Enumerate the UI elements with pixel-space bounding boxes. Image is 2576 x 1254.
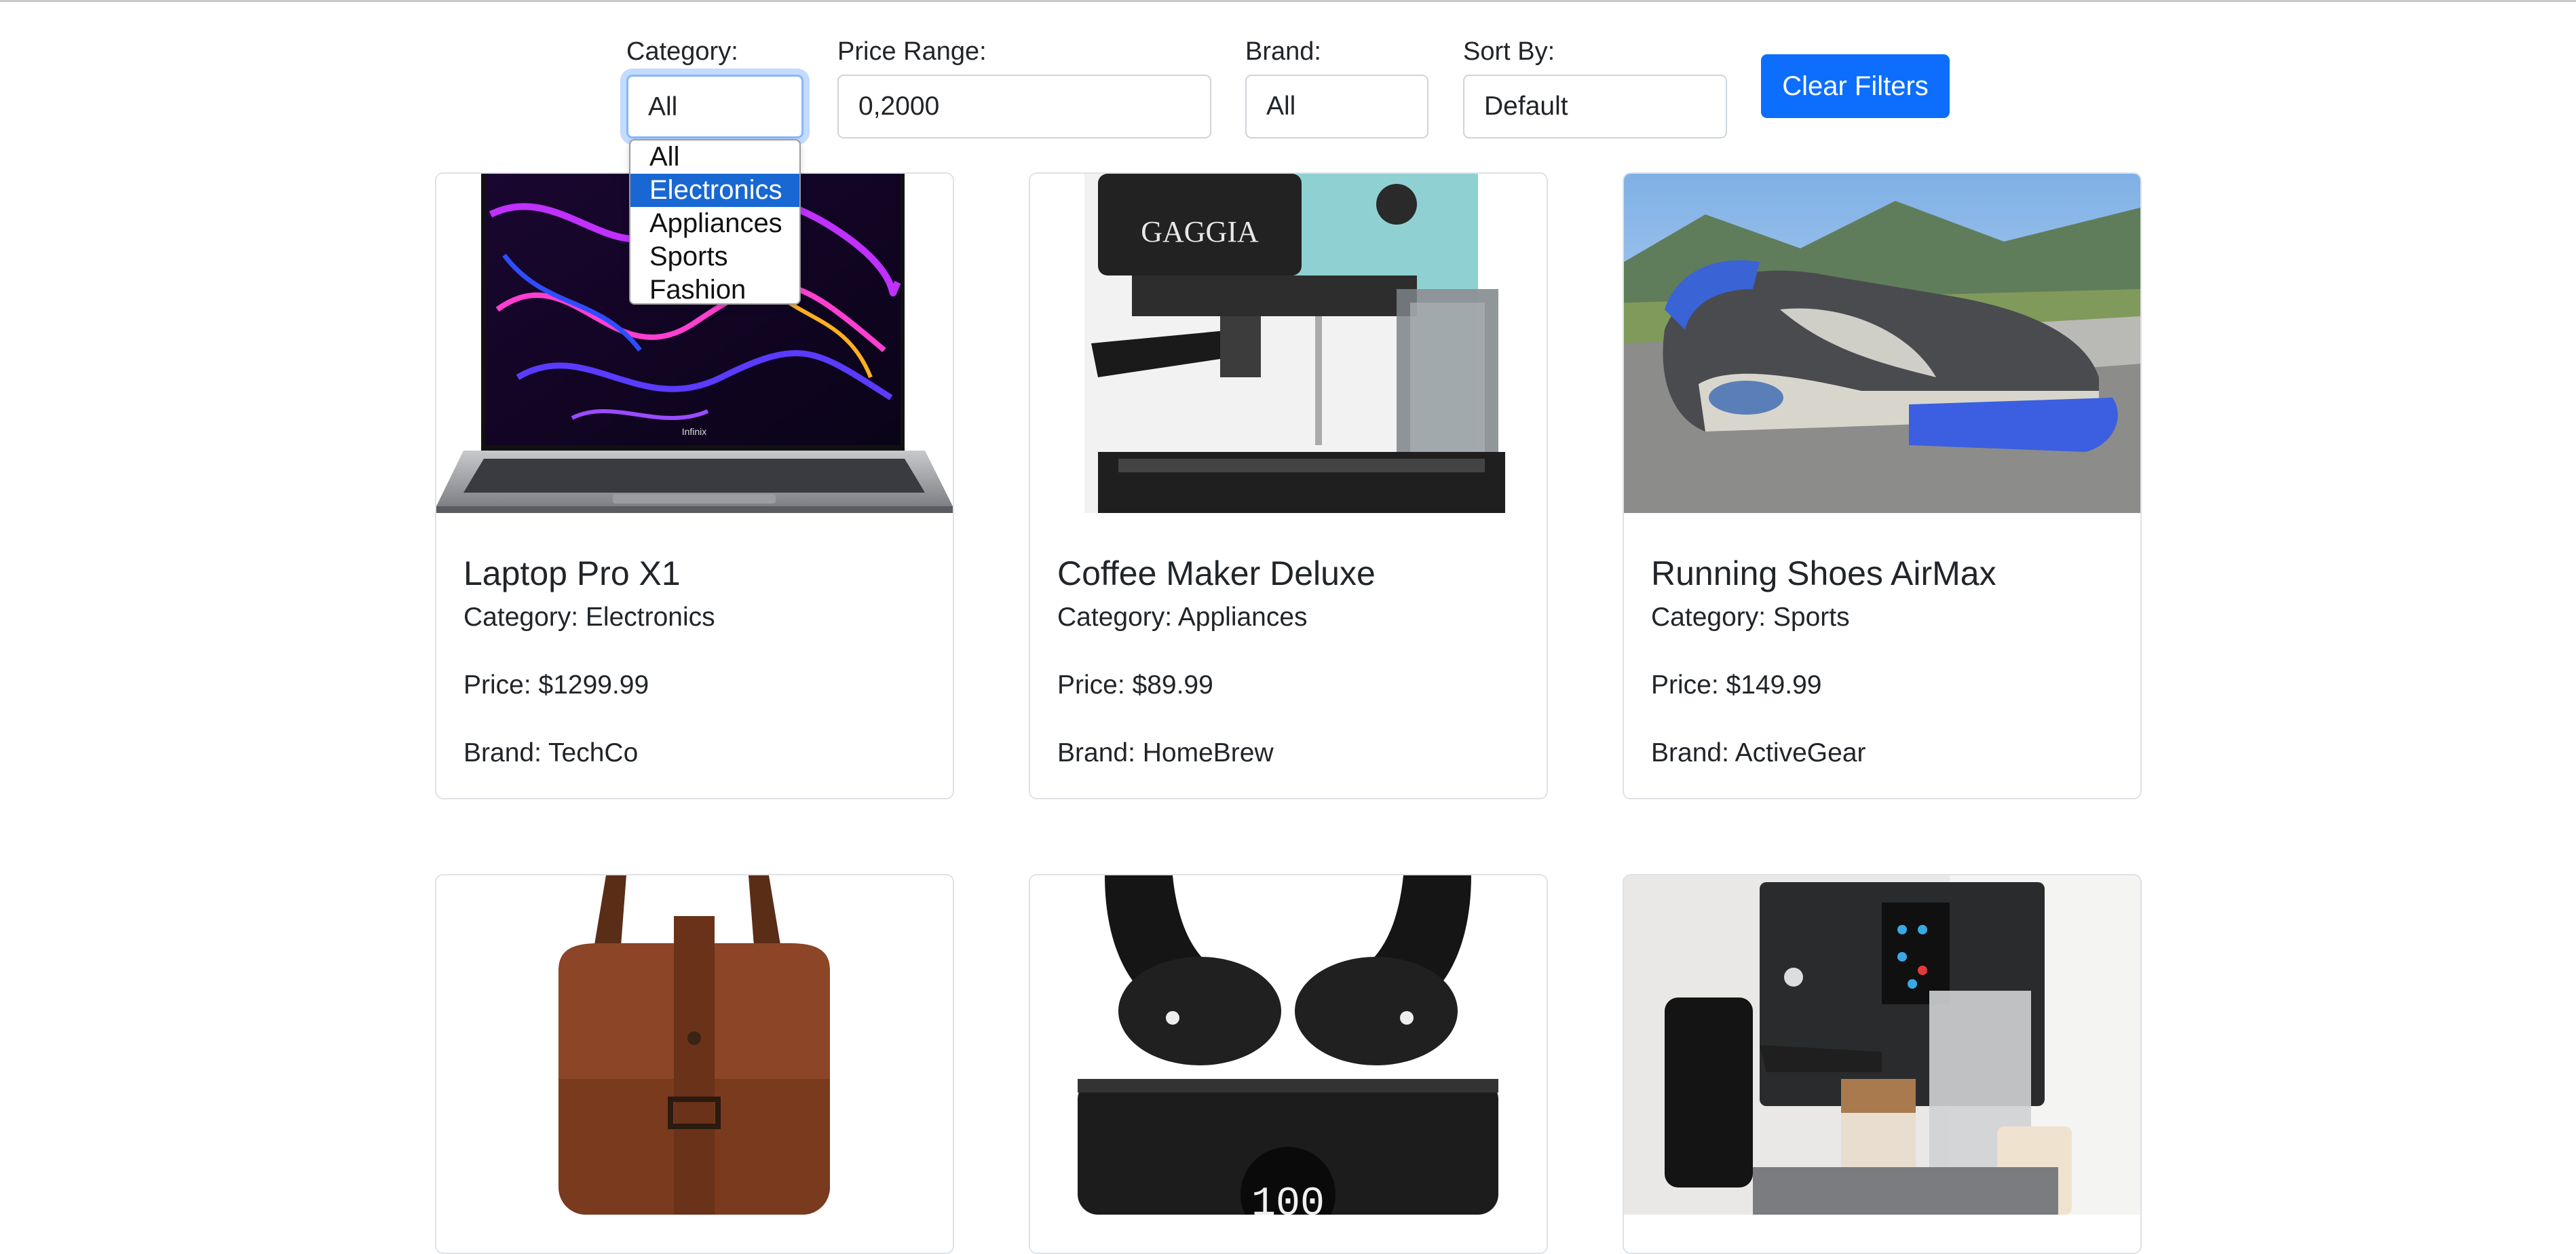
product-title: Running Shoes AirMax: [1651, 554, 1996, 592]
product-price: Price: $89.99: [1057, 670, 1213, 700]
price-range-value: 0,2000: [858, 92, 940, 121]
price-range-input[interactable]: 0,2000: [837, 75, 1211, 138]
sort-by-value: Default: [1484, 92, 1568, 121]
product-category: Category: Appliances: [1057, 603, 1308, 632]
product-card[interactable]: GAGGIA Coffee Maker Deluxe Category: App…: [1029, 172, 1548, 799]
product-title: Coffee Maker Deluxe: [1057, 554, 1376, 592]
product-title: Laptop Pro X1: [463, 554, 681, 592]
running-shoe-image: [1624, 174, 2140, 513]
leather-backpack-image: [436, 875, 953, 1215]
category-option-fashion[interactable]: Fashion: [630, 273, 799, 303]
coffee-maker-image: GAGGIA: [1030, 174, 1547, 513]
category-select[interactable]: All: [626, 75, 803, 138]
brand-select-value: All: [1266, 92, 1296, 121]
espresso-machine-image: [1624, 875, 2140, 1215]
brand-label: Brand:: [1245, 37, 1321, 66]
category-option-sports[interactable]: Sports: [630, 240, 799, 273]
clear-filters-button[interactable]: Clear Filters: [1761, 54, 1950, 118]
category-option-electronics[interactable]: Electronics: [630, 174, 799, 207]
earbuds-display-text: 100: [1251, 1181, 1325, 1215]
product-card[interactable]: 100: [1029, 874, 1548, 1254]
product-price: Price: $1299.99: [463, 670, 649, 700]
wireless-earbuds-image: 100: [1030, 875, 1547, 1215]
sort-by-label: Sort By:: [1463, 37, 1555, 66]
product-category: Category: Sports: [1651, 603, 1850, 632]
product-category: Category: Electronics: [463, 603, 715, 632]
category-label: Category:: [626, 37, 738, 66]
product-brand: Brand: ActiveGear: [1651, 738, 1866, 767]
top-border: [0, 0, 2576, 2]
product-brand: Brand: TechCo: [463, 738, 639, 767]
product-brand: Brand: HomeBrew: [1057, 738, 1274, 767]
product-card[interactable]: [435, 874, 954, 1254]
category-option-all[interactable]: All: [630, 140, 799, 174]
brand-select[interactable]: All: [1245, 75, 1428, 138]
coffee-maker-logo-text: GAGGIA: [1141, 215, 1259, 248]
price-range-label: Price Range:: [837, 37, 987, 66]
product-card[interactable]: Running Shoes AirMax Category: Sports Pr…: [1623, 172, 2142, 799]
category-select-value: All: [648, 92, 678, 121]
category-option-appliances[interactable]: Appliances: [630, 207, 799, 240]
product-card[interactable]: [1623, 874, 2142, 1254]
sort-by-select[interactable]: Default: [1463, 75, 1727, 138]
category-dropdown-list: All Electronics Appliances Sports Fashio…: [629, 139, 801, 305]
laptop-logo-text: Infinix: [682, 426, 707, 437]
product-price: Price: $149.99: [1651, 670, 1822, 700]
